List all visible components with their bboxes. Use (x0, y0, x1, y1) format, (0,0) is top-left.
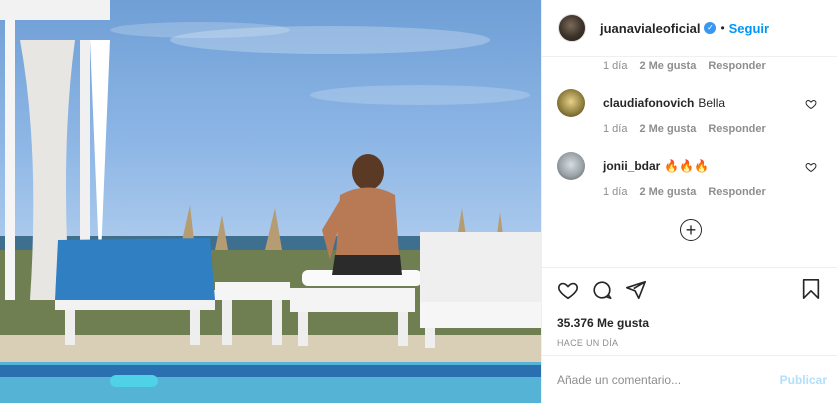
add-comment-bar: Publicar (542, 355, 837, 403)
comment-text: claudiafonovich Bella (603, 96, 725, 110)
commenter-username[interactable]: claudiafonovich (603, 96, 694, 110)
comment-item: jonii_bdar 🔥🔥🔥 1 día 2 Me gusta Responder (542, 151, 837, 198)
separator-dot: • (720, 21, 725, 35)
comment-likes[interactable]: 2 Me gusta (639, 60, 696, 72)
heart-icon[interactable] (557, 279, 579, 301)
post-photo-illustration (0, 0, 541, 403)
comment-text: jonii_bdar 🔥🔥🔥 (603, 159, 709, 173)
bookmark-icon[interactable] (801, 278, 821, 300)
likes-count[interactable]: 35.376 Me gusta (542, 316, 837, 330)
comment-time: 1 día (603, 60, 628, 72)
comment-likes[interactable]: 2 Me gusta (639, 123, 696, 135)
comment-body: Bella (698, 96, 726, 110)
comment-reply-button[interactable]: Responder (708, 60, 765, 72)
post-header: juanavialeoficial ✓ • Seguir (542, 0, 837, 57)
comments-list[interactable]: 1 día 2 Me gusta Responder claudiafonovi… (542, 57, 837, 267)
load-more-comments-button[interactable]: + (680, 219, 702, 241)
comment-time: 1 día (603, 186, 628, 198)
post-side-panel: juanavialeoficial ✓ • Seguir 1 día 2 Me … (541, 0, 837, 403)
author-avatar[interactable] (558, 14, 586, 42)
post-photo[interactable] (0, 0, 541, 403)
comment-reply-button[interactable]: Responder (708, 123, 765, 135)
commenter-avatar[interactable] (557, 152, 585, 180)
comment-like-heart-icon[interactable] (805, 98, 817, 110)
post-timestamp: HACE UN DÍA (557, 338, 619, 348)
follow-button[interactable]: Seguir (729, 21, 769, 36)
comment-reply-button[interactable]: Responder (708, 186, 765, 198)
comment-time: 1 día (603, 123, 628, 135)
publish-button[interactable]: Publicar (780, 373, 827, 387)
comment-input[interactable] (557, 372, 780, 387)
comment-icon[interactable] (591, 279, 613, 301)
comment-body: 🔥🔥🔥 (664, 159, 710, 173)
commenter-username[interactable]: jonii_bdar (603, 159, 660, 173)
comment-likes[interactable]: 2 Me gusta (639, 186, 696, 198)
comment-meta: 1 día 2 Me gusta Responder (542, 123, 837, 135)
author-username[interactable]: juanavialeoficial (600, 21, 700, 36)
share-icon[interactable] (625, 279, 647, 301)
post-actions: 35.376 Me gusta HACE UN DÍA (542, 267, 837, 362)
commenter-avatar[interactable] (557, 89, 585, 117)
comment-item: claudiafonovich Bella 1 día 2 Me gusta Re… (542, 88, 837, 135)
verified-badge-icon: ✓ (704, 22, 717, 34)
comment-meta: 1 día 2 Me gusta Responder (542, 186, 837, 198)
comment-meta: 1 día 2 Me gusta Responder (542, 60, 766, 72)
comment-like-heart-icon[interactable] (805, 161, 817, 173)
